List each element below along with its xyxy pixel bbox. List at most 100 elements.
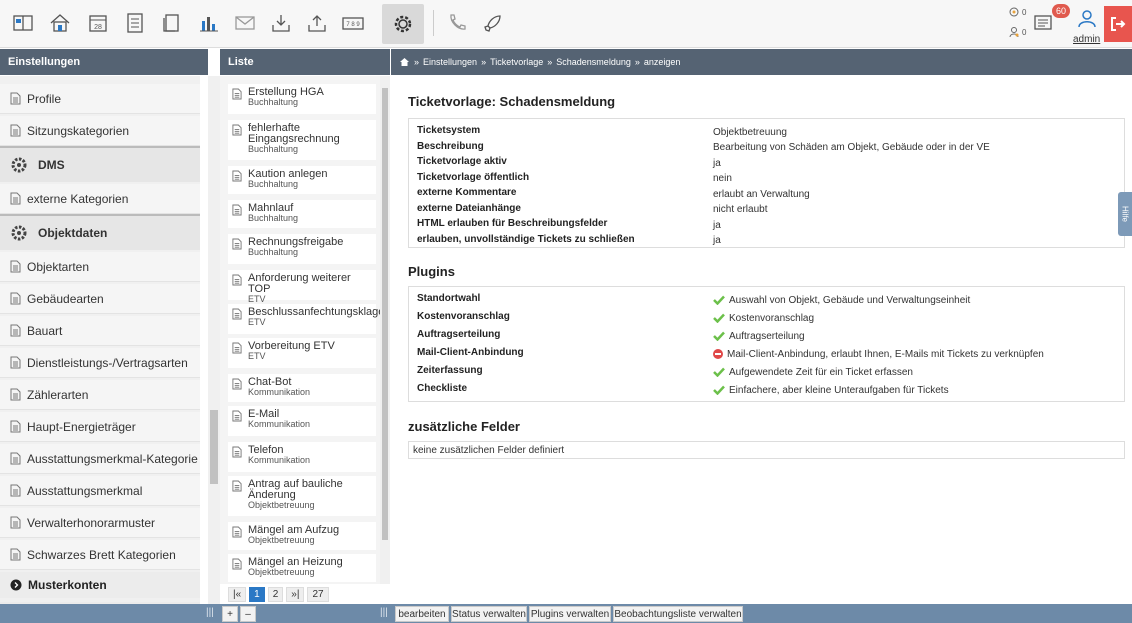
breadcrumb-item-anzeigen: anzeigen bbox=[643, 57, 681, 67]
plugin-name: Auftragserteilung bbox=[417, 329, 501, 340]
template-title: Beschlussanfechtungsklage bbox=[248, 306, 380, 318]
breadcrumb-item-settings[interactable]: Einstellungen bbox=[423, 57, 477, 67]
menu-item-label: Profile bbox=[27, 91, 62, 106]
remove-button[interactable]: – bbox=[240, 606, 256, 622]
menu-item[interactable]: Gebäudearten bbox=[0, 284, 200, 314]
list-pager: |« 1 2 »| 27 bbox=[220, 585, 380, 603]
menu-item[interactable]: Profile bbox=[0, 84, 200, 114]
logout-button[interactable] bbox=[1104, 6, 1132, 42]
breadcrumb-item-ticketvorlage[interactable]: Ticketvorlage bbox=[490, 57, 543, 67]
mail-icon[interactable] bbox=[232, 10, 258, 36]
document-icon bbox=[10, 324, 21, 337]
plugin-description: Einfachere, aber kleine Unteraufgaben fü… bbox=[729, 384, 949, 396]
manage-status-button[interactable]: Status verwalten bbox=[451, 606, 527, 622]
bottom-toolbar: ||| + – ||| bearbeiten Status verwalten … bbox=[0, 604, 1132, 623]
settings-menu: Profile Sitzungskategorien DMS externe Kate… bbox=[0, 76, 200, 604]
template-list-item[interactable]: Antrag auf bauliche Änderung Objektbetreu… bbox=[228, 476, 376, 516]
user-name-link[interactable]: admin bbox=[1073, 34, 1100, 45]
template-list-item[interactable]: Chat-Bot Kommunikation bbox=[228, 374, 376, 402]
template-list-item[interactable]: Erstellung HGA Buchhaltung bbox=[228, 84, 376, 114]
detail-value: ja bbox=[713, 157, 721, 169]
menu-item[interactable]: Haupt-Energieträger bbox=[0, 412, 200, 442]
rocket-icon[interactable] bbox=[480, 10, 506, 36]
pager-first-button[interactable]: |« bbox=[228, 586, 247, 602]
document-icon bbox=[232, 124, 242, 136]
download-icon[interactable] bbox=[268, 10, 294, 36]
help-tab[interactable]: Hilfe bbox=[1118, 192, 1132, 236]
detail-key: Ticketvorlage öffentlich bbox=[417, 171, 530, 183]
house-icon[interactable] bbox=[47, 10, 73, 36]
template-category: Kommunikation bbox=[248, 387, 311, 397]
template-list-item[interactable]: Vorbereitung ETV ETV bbox=[228, 338, 376, 368]
menu-group[interactable]: Musterkonten bbox=[0, 572, 200, 598]
menu-item-label: Sitzungskategorien bbox=[27, 123, 130, 138]
template-list-item[interactable]: Anforderung weiterer TOP ETV bbox=[228, 270, 376, 304]
document-icon bbox=[10, 192, 21, 205]
menu-item[interactable]: Dienstleistungs-/Vertragsarten bbox=[0, 348, 200, 378]
gear-icon[interactable] bbox=[390, 11, 416, 37]
template-list-item[interactable]: Mängel am Aufzug Objektbetreuung bbox=[228, 522, 376, 550]
contacts-icon[interactable] bbox=[10, 10, 36, 36]
menu-item[interactable]: Bauart bbox=[0, 316, 200, 346]
home-icon[interactable] bbox=[399, 57, 410, 67]
manage-plugins-button[interactable]: Plugins verwalten bbox=[529, 606, 611, 622]
document-icon bbox=[10, 124, 21, 137]
pager-page-2[interactable]: 2 bbox=[267, 586, 284, 602]
menu-item[interactable]: Objektarten bbox=[0, 252, 200, 282]
calendar-icon[interactable]: 28 bbox=[85, 10, 111, 36]
left-scrollbar-thumb[interactable] bbox=[210, 410, 218, 484]
template-list-item-text: Telefon Kommunikation bbox=[248, 445, 310, 469]
add-button[interactable]: + bbox=[222, 606, 238, 622]
check-icon bbox=[713, 367, 725, 377]
template-list-item[interactable]: Mahnlauf Buchhaltung bbox=[228, 200, 376, 228]
edit-button[interactable]: bearbeiten bbox=[395, 606, 449, 622]
document-icon bbox=[10, 452, 21, 465]
user-icon[interactable] bbox=[1074, 6, 1100, 32]
template-list-item[interactable]: fehlerhafte Eingangsrechnung Buchhaltung bbox=[228, 120, 376, 160]
menu-item[interactable]: Ausstattungsmerkmal-Kategorie bbox=[0, 444, 200, 474]
template-list-item[interactable]: Kaution anlegen Buchhaltung bbox=[228, 166, 376, 194]
left-resize-handle[interactable]: ||| bbox=[206, 607, 214, 618]
bar-chart-icon[interactable] bbox=[196, 10, 222, 36]
notification-counter-bottom[interactable]: 0 bbox=[1008, 26, 1026, 38]
calculator-icon[interactable]: 7 8 9 bbox=[340, 10, 366, 36]
template-list-item[interactable]: Rechnungsfreigabe Buchhaltung bbox=[228, 234, 376, 264]
notification-counter-top[interactable]: 0 bbox=[1008, 6, 1026, 18]
list-document-icon[interactable] bbox=[122, 10, 148, 36]
counter-bottom-value: 0 bbox=[1022, 27, 1027, 37]
logout-icon bbox=[1111, 17, 1126, 31]
template-title: Antrag auf bauliche Änderung bbox=[248, 478, 343, 501]
document-icon bbox=[232, 558, 242, 570]
copy-icon[interactable] bbox=[158, 10, 184, 36]
menu-item-label: Objektarten bbox=[27, 259, 90, 274]
menu-item[interactable]: Ausstattungsmerkmal bbox=[0, 476, 200, 506]
plugin-name: Kostenvoranschlag bbox=[417, 311, 510, 322]
detail-value: ja bbox=[713, 219, 721, 231]
breadcrumb-item-schadensmeldung[interactable]: Schadensmeldung bbox=[556, 57, 631, 67]
menu-item[interactable]: Sitzungskategorien bbox=[0, 116, 200, 146]
mid-scrollbar-thumb[interactable] bbox=[382, 88, 388, 540]
menu-item[interactable]: Schwarzes Brett Kategorien bbox=[0, 540, 200, 570]
left-scrollbar-track[interactable] bbox=[208, 76, 220, 604]
menu-item[interactable]: Zählerarten bbox=[0, 380, 200, 410]
phone-icon[interactable] bbox=[444, 10, 470, 36]
detail-row: externe Dateianhänge nicht erlaubt bbox=[417, 203, 1117, 217]
menu-section[interactable]: DMS bbox=[0, 146, 200, 182]
svg-text:28: 28 bbox=[94, 24, 102, 31]
mid-resize-handle[interactable]: ||| bbox=[380, 607, 388, 618]
template-list-item[interactable]: Mängel an Heizung Objektbetreuung bbox=[228, 554, 376, 582]
menu-item[interactable]: externe Kategorien bbox=[0, 184, 200, 214]
template-list-item[interactable]: E-Mail Kommunikation bbox=[228, 406, 376, 436]
menu-section[interactable]: Objektdaten bbox=[0, 214, 200, 250]
template-list-item-text: Chat-Bot Kommunikation bbox=[248, 377, 310, 399]
template-list-item[interactable]: Beschlussanfechtungsklage ETV bbox=[228, 304, 380, 334]
menu-item[interactable]: Verwalterhonorarmuster bbox=[0, 508, 200, 538]
pager-last-button[interactable]: »| bbox=[286, 586, 305, 602]
pager-page-count[interactable]: 27 bbox=[307, 586, 329, 602]
upload-icon[interactable] bbox=[304, 10, 330, 36]
manage-watchlist-button[interactable]: Beobachtungsliste verwalten bbox=[613, 606, 743, 622]
pager-page-1[interactable]: 1 bbox=[249, 586, 265, 602]
document-icon bbox=[232, 410, 242, 422]
document-icon bbox=[10, 484, 21, 497]
template-list-item[interactable]: Telefon Kommunikation bbox=[228, 442, 376, 472]
